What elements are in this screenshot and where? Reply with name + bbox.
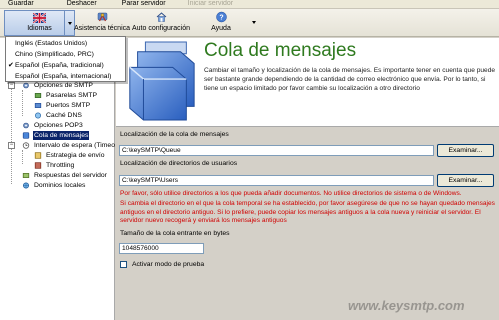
tree-item-send-strategy[interactable]: Estrategia de envío <box>34 150 106 160</box>
clock-icon <box>22 141 30 149</box>
queue-size-label: Tamaño de la cola entrante en bytes <box>120 230 230 237</box>
menubar: Guardar Deshacer Parar servidor Iniciar … <box>0 0 499 9</box>
strategy-icon <box>34 151 42 159</box>
test-mode-label: Activar modo de prueba <box>132 261 205 268</box>
menu-guardar[interactable]: Guardar <box>2 0 40 8</box>
warning-queue-change: Si cambia el directorio en el que la col… <box>120 200 495 225</box>
tree-item-server-replies[interactable]: Respuestas del servidor <box>22 170 108 180</box>
help-icon: ? <box>215 11 227 23</box>
tree-item-dns-cache[interactable]: Caché DNS <box>34 110 83 120</box>
header-banner: Cola de mensajes Cambiar el tamaño y loc… <box>116 38 499 127</box>
reply-icon <box>22 172 30 178</box>
dns-icon <box>34 111 42 119</box>
language-button-label: Idiomas <box>27 25 52 32</box>
tree-item-smtp-gateways[interactable]: Pasarelas SMTP <box>34 90 98 100</box>
menu-iniciar-servidor: Iniciar servidor <box>187 0 234 7</box>
language-menu: Inglés (Estados Unidos) Chino (Simplific… <box>5 36 126 82</box>
users-location-label: Localización de directorios de usuarios <box>120 160 238 167</box>
tree-item-throttling[interactable]: Throttling <box>34 160 75 170</box>
queue-size-input[interactable]: 1048576000 <box>119 243 204 254</box>
language-button[interactable]: Idiomas <box>4 10 75 36</box>
help-dropdown-arrow[interactable] <box>252 21 256 24</box>
tree-item-smtp-ports[interactable]: Puertos SMTP <box>34 100 91 110</box>
queue-icon <box>22 131 30 139</box>
tree-item-message-queue[interactable]: Cola de mensajes <box>22 130 90 140</box>
watermark: www.keysmtp.com <box>348 298 465 313</box>
language-option-es-traditional[interactable]: ✔ Español (España, tradicional) <box>6 60 125 71</box>
svg-text:?: ? <box>219 15 223 22</box>
users-location-input[interactable]: C:\keySMTP\Users <box>119 175 434 186</box>
tree-item-local-domains[interactable]: Dominios locales <box>22 180 86 190</box>
queue-location-label: Localización de la cola de mensajes <box>120 131 229 138</box>
autoconfig-button-label: Auto configuración <box>132 25 190 32</box>
gear-icon <box>23 122 29 128</box>
menu-parar-servidor[interactable]: Parar servidor <box>116 0 172 8</box>
help-button[interactable]: ? Ayuda <box>206 10 236 36</box>
home-network-icon <box>156 12 166 22</box>
domain-icon <box>22 181 30 189</box>
language-option-en-us[interactable]: Inglés (Estados Unidos) <box>6 38 125 49</box>
tree-expander[interactable]: − <box>8 82 15 89</box>
language-option-es-international[interactable]: Español (España, internacional) <box>6 71 125 82</box>
tree-expander[interactable]: − <box>8 142 15 149</box>
page-title: Cola de mensajes <box>204 40 357 61</box>
queue-location-input[interactable]: C:\keySMTP\Queue <box>119 145 434 156</box>
gear-icon <box>23 82 29 88</box>
help-button-label: Ayuda <box>211 25 231 32</box>
uk-flag-icon <box>33 13 46 23</box>
test-mode-checkbox[interactable]: Activar modo de prueba <box>120 261 204 268</box>
throttle-icon <box>34 161 42 169</box>
folders-icon <box>129 41 195 121</box>
assist-button[interactable]: Asistencia técnica <box>73 10 131 36</box>
language-option-zh-cn[interactable]: Chino (Simplificado, PRC) <box>6 49 125 60</box>
autoconfig-button[interactable]: Auto configuración <box>131 10 191 36</box>
chevron-down-icon <box>67 21 72 25</box>
menu-deshacer[interactable]: Deshacer <box>61 0 103 8</box>
checkbox-box[interactable] <box>120 261 127 268</box>
tools-icon <box>97 12 107 22</box>
tree-item-timeout[interactable]: Intervalo de espera (Timeo <box>22 140 116 150</box>
page-description: Cambiar el tamaño y localización de la c… <box>204 67 496 92</box>
queue-browse-button[interactable]: Examinar... <box>437 144 494 157</box>
toolbar: Idiomas Asistencia técnica Auto configur… <box>0 9 499 37</box>
check-icon: ✔ <box>8 62 14 69</box>
assist-button-label: Asistencia técnica <box>73 25 131 32</box>
main-panel: Cola de mensajes Cambiar el tamaño y loc… <box>116 38 499 320</box>
port-icon <box>34 102 42 108</box>
tree-item-pop3-options[interactable]: Opciones POP3 <box>22 120 84 130</box>
warning-directories: Por favor, sólo utilice directorios a lo… <box>120 190 462 197</box>
gateway-icon <box>34 92 42 98</box>
users-browse-button[interactable]: Examinar... <box>437 174 494 187</box>
